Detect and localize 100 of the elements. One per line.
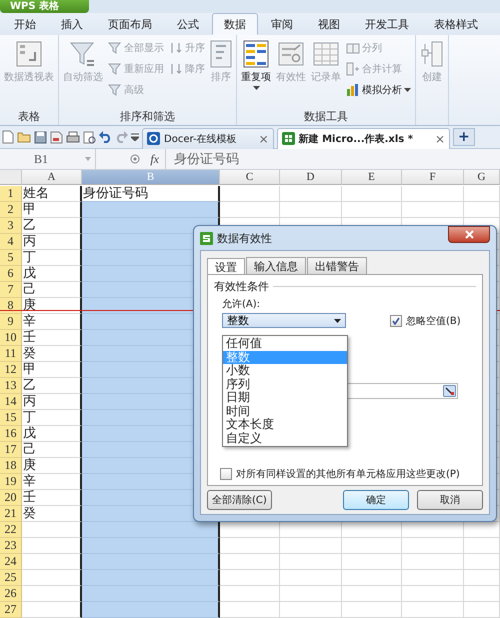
save-icon (34, 130, 47, 144)
menu-tab[interactable]: 页面布局 (96, 13, 164, 35)
row-header[interactable]: 26 (0, 586, 22, 602)
row-header[interactable]: 27 (0, 602, 22, 618)
row-header[interactable]: 1 (0, 186, 22, 202)
row-header[interactable]: 4 (0, 234, 22, 250)
table-cell (342, 586, 402, 602)
menu-tab[interactable]: 审阅 (259, 13, 305, 35)
caret-icon (252, 86, 260, 90)
menu-tab[interactable]: 公式 (165, 13, 211, 35)
row-header[interactable]: 12 (0, 362, 22, 378)
new-tab-button[interactable]: + (453, 128, 475, 146)
clear-all-button[interactable]: 全部清除(C) (207, 490, 272, 510)
row-header[interactable]: 14 (0, 394, 22, 410)
dialog-tab[interactable]: 输入信息 (246, 257, 306, 274)
row-header[interactable]: 17 (0, 442, 22, 458)
chart-analysis-icon (346, 83, 360, 97)
cancel-button[interactable]: 取消 (417, 490, 483, 510)
menu-tab[interactable]: 插入 (49, 13, 95, 35)
table-cell (402, 586, 464, 602)
function-button[interactable]: fx (150, 152, 159, 166)
form-check-icon (277, 40, 305, 68)
row-header[interactable]: 18 (0, 458, 22, 474)
dropdown-option[interactable]: 自定义 (223, 432, 347, 445)
row-header[interactable]: 15 (0, 410, 22, 426)
row-header[interactable]: 6 (0, 266, 22, 282)
row-header[interactable]: 23 (0, 538, 22, 554)
table-cell (280, 554, 342, 570)
caret-icon (334, 318, 341, 322)
dropdown-option[interactable]: 时间 (223, 404, 347, 418)
formula-field[interactable]: 身份证号码 (166, 149, 239, 169)
table-cell (402, 554, 464, 570)
apply-all-checkbox[interactable]: 对所有同样设置的其他所有单元格应用这些更改(P) (220, 467, 476, 481)
column-header[interactable]: A (22, 170, 82, 185)
row-header[interactable]: 25 (0, 570, 22, 586)
row-header[interactable]: 20 (0, 490, 22, 506)
dropdown-option[interactable]: 任何值 (223, 337, 347, 350)
dialog-tab[interactable]: 出错警告 (307, 257, 367, 274)
customize-icon (131, 133, 139, 141)
check-icon (392, 316, 400, 324)
redo-icon (115, 131, 128, 143)
row-header[interactable]: 16 (0, 426, 22, 442)
tab-close-button[interactable]: × (434, 132, 446, 146)
menu-tab[interactable]: 表格样式 (422, 13, 490, 35)
table-cell (342, 538, 402, 554)
dropdown-option[interactable]: 日期 (223, 391, 347, 404)
ribbon-button[interactable]: 重复项 (239, 38, 273, 92)
row-header[interactable]: 13 (0, 378, 22, 394)
dialog-tab[interactable]: 设置 (207, 258, 245, 275)
print-icon (66, 130, 80, 144)
document-tab[interactable]: 新建 Micro...作表.xls * × (276, 128, 450, 148)
column-header[interactable]: C (220, 170, 280, 185)
table-cell: 身份证号码 (82, 186, 220, 202)
dropdown-option[interactable]: 序列 (223, 378, 347, 391)
name-box[interactable]: B1 (0, 149, 96, 169)
row-header[interactable]: 9 (0, 314, 22, 330)
row-header[interactable]: 7 (0, 282, 22, 298)
row-header[interactable]: 8 (0, 298, 22, 314)
table-cell (220, 538, 280, 554)
table-cell (220, 602, 280, 618)
row-header[interactable]: 19 (0, 474, 22, 490)
range-picker-icon (443, 385, 456, 397)
menu-tab[interactable]: 视图 (306, 13, 352, 35)
group-label: 表格 (18, 109, 40, 125)
table-cell (280, 186, 342, 202)
dropdown-option[interactable]: 小数 (223, 364, 347, 378)
ok-button[interactable]: 确定 (343, 490, 409, 510)
column-header[interactable]: D (280, 170, 342, 185)
row-header[interactable]: 5 (0, 250, 22, 266)
ribbon-button[interactable]: 模拟分析 (344, 80, 413, 100)
row-header[interactable]: 2 (0, 202, 22, 218)
menu-tab[interactable]: 开发工具 (353, 13, 421, 35)
table-cell (220, 186, 280, 202)
column-header[interactable]: F (402, 170, 464, 185)
menu-tab[interactable]: 数据 (212, 13, 258, 35)
logo-icon (147, 132, 160, 145)
ignore-blank-checkbox[interactable]: 忽略空值(B) (390, 314, 461, 328)
dropdown-option[interactable]: 文本长度 (223, 418, 347, 432)
row-header[interactable]: 21 (0, 506, 22, 522)
tab-close-button[interactable]: × (258, 132, 269, 146)
group-label: 排序和筛选 (120, 109, 175, 125)
column-header[interactable]: G (464, 170, 500, 185)
document-icon (50, 130, 63, 144)
print-preview-icon (83, 130, 96, 144)
allow-dropdown[interactable]: 整数 (222, 313, 346, 328)
close-button[interactable] (448, 226, 490, 243)
row-header[interactable]: 22 (0, 522, 22, 538)
sort-arrows-icon (169, 62, 183, 76)
section-title: 有效性条件 (214, 279, 269, 294)
menu-tab[interactable]: 开始 (2, 13, 48, 35)
row-header[interactable]: 10 (0, 330, 22, 346)
table-cell (464, 554, 500, 570)
select-all-corner[interactable] (0, 170, 22, 185)
table-cell (280, 602, 342, 618)
row-header[interactable]: 24 (0, 554, 22, 570)
document-tab[interactable]: Docer-在线模板 × (142, 128, 274, 148)
row-header[interactable]: 3 (0, 218, 22, 234)
row-header[interactable]: 11 (0, 346, 22, 362)
column-header[interactable]: E (342, 170, 402, 185)
funnel-icon (108, 41, 122, 55)
